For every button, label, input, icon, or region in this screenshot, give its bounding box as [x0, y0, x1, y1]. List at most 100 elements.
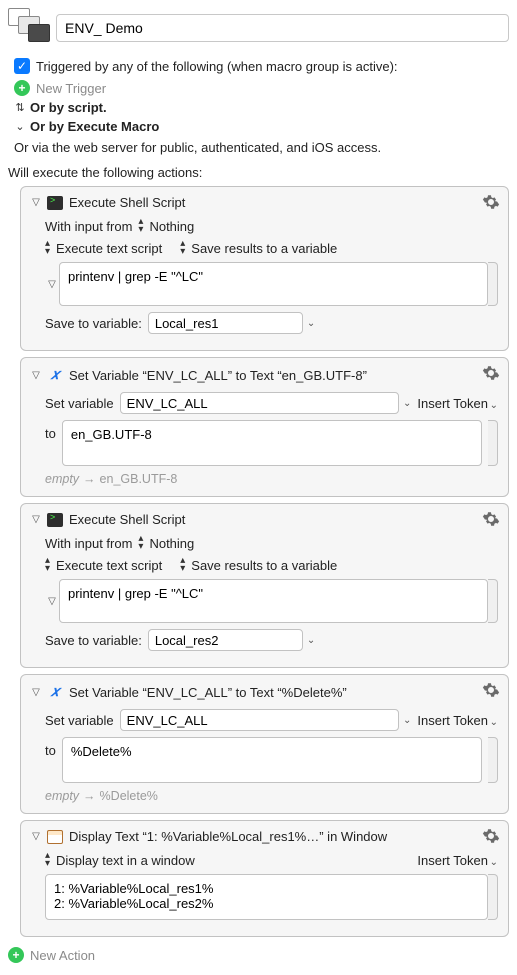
script-textarea[interactable] [59, 262, 488, 306]
chevron-down-icon: ⌄ [14, 120, 26, 133]
with-input-label: With input from [45, 219, 132, 234]
execute-mode-label[interactable]: Execute text script [56, 241, 162, 256]
insert-token-button[interactable]: Insert Token ⌄ [417, 853, 498, 868]
actions-heading: Will execute the following actions: [8, 165, 509, 180]
variable-name-input[interactable] [120, 709, 399, 731]
action-execute-shell-2: ▽ Execute Shell Script With input from ▴… [20, 503, 509, 668]
input-source-value[interactable]: Nothing [149, 536, 194, 551]
value-preview: empty→en_GB.UTF-8 [45, 472, 498, 486]
gear-icon [482, 193, 500, 211]
updown-icon[interactable]: ▴▾ [45, 852, 50, 868]
action-title: Set Variable “ENV_LC_ALL” to Text “en_GB… [69, 368, 367, 383]
or-web-label: Or via the web server for public, authen… [14, 140, 509, 155]
resize-handle[interactable] [488, 737, 498, 783]
disclosure-open-icon[interactable]: ▽ [31, 370, 41, 381]
display-mode-label[interactable]: Display text in a window [56, 853, 195, 868]
set-variable-label: Set variable [45, 713, 114, 728]
disclosure-open-icon[interactable]: ▽ [47, 596, 57, 607]
plus-icon: + [8, 947, 24, 963]
macro-title-input[interactable] [56, 14, 509, 42]
disclosure-open-icon[interactable]: ▽ [31, 514, 41, 525]
resize-handle[interactable] [488, 262, 498, 306]
or-by-execute-macro-label: Or by Execute Macro [30, 119, 159, 134]
variable-icon: 𝑥 [47, 366, 63, 384]
action-gear-button[interactable] [482, 364, 500, 385]
variable-name-input[interactable] [120, 392, 399, 414]
save-variable-input[interactable] [148, 312, 303, 334]
action-gear-button[interactable] [482, 681, 500, 702]
save-results-label[interactable]: Save results to a variable [191, 558, 337, 573]
trigger-section: ✓ Triggered by any of the following (whe… [14, 58, 509, 155]
resize-handle[interactable] [488, 579, 498, 623]
chevron-down-icon[interactable]: ⌄ [403, 715, 411, 726]
terminal-icon [47, 513, 63, 527]
set-variable-label: Set variable [45, 396, 114, 411]
updown-icon: ⇅ [14, 101, 26, 114]
chevron-down-icon[interactable]: ⌄ [307, 635, 315, 646]
action-title: Set Variable “ENV_LC_ALL” to Text “%Dele… [69, 685, 347, 700]
insert-token-button[interactable]: Insert Token ⌄ [417, 713, 498, 728]
action-title: Execute Shell Script [69, 195, 185, 210]
chevron-down-icon[interactable]: ⌄ [403, 398, 411, 409]
with-input-label: With input from [45, 536, 132, 551]
action-title: Display Text “1: %Variable%Local_res1%…”… [69, 829, 387, 844]
input-source-value[interactable]: Nothing [149, 219, 194, 234]
action-gear-button[interactable] [482, 193, 500, 214]
script-textarea[interactable] [59, 579, 488, 623]
window-icon [47, 830, 63, 844]
display-text-textarea[interactable] [45, 874, 488, 920]
trigger-enabled-checkbox[interactable]: ✓ [14, 58, 30, 74]
save-results-label[interactable]: Save results to a variable [191, 241, 337, 256]
value-textarea[interactable] [62, 737, 482, 783]
disclosure-open-icon[interactable]: ▽ [47, 279, 57, 290]
or-by-execute-macro-row[interactable]: ⌄ Or by Execute Macro [14, 119, 509, 134]
new-trigger-label: New Trigger [36, 81, 106, 96]
macro-header [8, 8, 509, 48]
updown-icon[interactable]: ▴▾ [180, 557, 185, 573]
resize-handle[interactable] [488, 874, 498, 920]
action-gear-button[interactable] [482, 827, 500, 848]
to-label: to [45, 737, 56, 758]
gear-icon [482, 827, 500, 845]
gear-icon [482, 510, 500, 528]
action-set-variable-2: ▽ 𝑥 Set Variable “ENV_LC_ALL” to Text “%… [20, 674, 509, 814]
gear-icon [482, 681, 500, 699]
macro-group-icon [8, 8, 48, 48]
chevron-down-icon: ⌄ [490, 717, 498, 728]
chevron-down-icon: ⌄ [490, 857, 498, 868]
variable-icon: 𝑥 [47, 683, 63, 701]
save-to-variable-label: Save to variable: [45, 316, 142, 331]
to-label: to [45, 420, 56, 441]
action-gear-button[interactable] [482, 510, 500, 531]
save-to-variable-label: Save to variable: [45, 633, 142, 648]
new-action-button[interactable]: + New Action [8, 947, 509, 963]
or-by-script-label: Or by script. [30, 100, 107, 115]
updown-icon[interactable]: ▴▾ [45, 557, 50, 573]
updown-icon[interactable]: ▴▾ [180, 240, 185, 256]
action-display-text: ▽ Display Text “1: %Variable%Local_res1%… [20, 820, 509, 937]
disclosure-open-icon[interactable]: ▽ [31, 197, 41, 208]
insert-token-button[interactable]: Insert Token ⌄ [417, 396, 498, 411]
actions-list: ▽ Execute Shell Script With input from ▴… [20, 186, 509, 937]
execute-mode-label[interactable]: Execute text script [56, 558, 162, 573]
disclosure-open-icon[interactable]: ▽ [31, 831, 41, 842]
gear-icon [482, 364, 500, 382]
updown-icon[interactable]: ▴▾ [138, 535, 143, 551]
action-set-variable-1: ▽ 𝑥 Set Variable “ENV_LC_ALL” to Text “e… [20, 357, 509, 497]
plus-icon: + [14, 80, 30, 96]
disclosure-open-icon[interactable]: ▽ [31, 687, 41, 698]
updown-icon[interactable]: ▴▾ [138, 218, 143, 234]
chevron-down-icon: ⌄ [490, 400, 498, 411]
value-preview: empty→%Delete% [45, 789, 498, 803]
value-textarea[interactable] [62, 420, 482, 466]
save-variable-input[interactable] [148, 629, 303, 651]
trigger-label: Triggered by any of the following (when … [36, 59, 398, 74]
action-title: Execute Shell Script [69, 512, 185, 527]
new-trigger-button[interactable]: + New Trigger [14, 80, 509, 96]
action-execute-shell-1: ▽ Execute Shell Script With input from ▴… [20, 186, 509, 351]
updown-icon[interactable]: ▴▾ [45, 240, 50, 256]
resize-handle[interactable] [488, 420, 498, 466]
or-by-script-row[interactable]: ⇅ Or by script. [14, 100, 509, 115]
terminal-icon [47, 196, 63, 210]
chevron-down-icon[interactable]: ⌄ [307, 318, 315, 329]
